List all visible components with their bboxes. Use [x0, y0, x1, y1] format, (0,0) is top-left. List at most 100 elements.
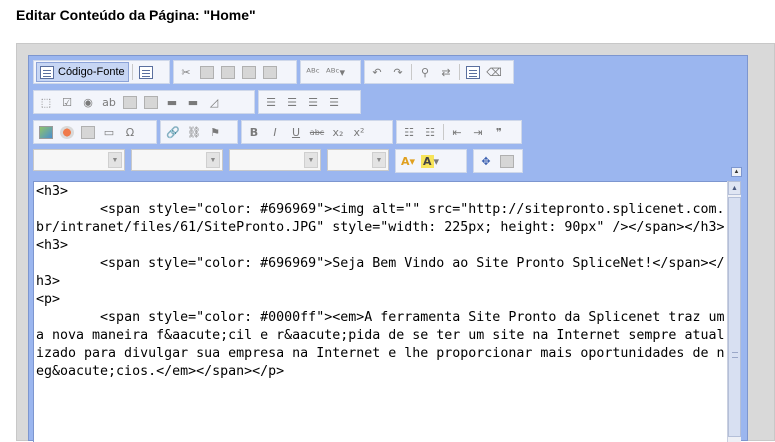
- align-right-button[interactable]: ☰: [303, 92, 323, 112]
- checkbox-icon: ☑: [62, 95, 72, 109]
- bulleted-list-button[interactable]: ☷: [420, 122, 440, 142]
- table-icon: [81, 125, 95, 139]
- textarea-button[interactable]: [120, 92, 140, 112]
- redo-button[interactable]: ↷: [388, 62, 408, 82]
- font-combo[interactable]: ▼: [229, 149, 321, 171]
- triangle-up-icon: ▲: [733, 169, 740, 175]
- redo-icon: ↷: [393, 65, 403, 79]
- select-icon: [144, 95, 158, 109]
- scroll-up-button[interactable]: ▲: [728, 181, 741, 195]
- copy-button[interactable]: [197, 62, 217, 82]
- toolbar-group-edit: ↶ ↷ ⚲ ⇄ ⌫: [364, 60, 514, 84]
- align-left-button[interactable]: ☰: [261, 92, 281, 112]
- hidden-field-icon: ◿: [209, 95, 219, 109]
- vertical-scrollbar[interactable]: ▲: [727, 181, 741, 442]
- spellcheck-dropdown-button[interactable]: ᴬᴮᶜ▾: [324, 62, 347, 82]
- justify-button[interactable]: ☰: [324, 92, 344, 112]
- horizontal-rule-button[interactable]: ▭: [99, 122, 119, 142]
- button-icon: ▬: [166, 95, 178, 109]
- paste-text-button[interactable]: [239, 62, 259, 82]
- table-button[interactable]: [78, 122, 98, 142]
- copy-icon: [200, 65, 214, 79]
- align-center-button[interactable]: ☰: [282, 92, 302, 112]
- flash-icon: [60, 125, 74, 139]
- select-all-button[interactable]: [463, 62, 483, 82]
- blockquote-button[interactable]: ❞: [489, 122, 509, 142]
- textfield-icon: ab: [102, 95, 116, 109]
- source-code-text[interactable]: <h3> <span style="color: #696969"><img a…: [34, 182, 727, 381]
- cut-button[interactable]: ✂: [176, 62, 196, 82]
- bulleted-list-icon: ☷: [425, 125, 435, 139]
- hidden-field-button[interactable]: ◿: [204, 92, 224, 112]
- maximize-icon: ✥: [481, 154, 491, 168]
- outdent-button[interactable]: ⇤: [447, 122, 467, 142]
- grip-icon: [732, 352, 738, 358]
- size-combo[interactable]: ▼: [327, 149, 389, 171]
- preview-button[interactable]: [136, 62, 156, 82]
- toolbar-collapse-button[interactable]: ▲: [731, 167, 742, 177]
- maximize-button[interactable]: ✥: [476, 151, 496, 171]
- spellcheck-icon: ᴬᴮᶜ: [306, 65, 320, 79]
- anchor-button[interactable]: ⚑: [205, 122, 225, 142]
- strikethrough-button[interactable]: abc: [307, 122, 327, 142]
- paste-icon: [221, 65, 235, 79]
- toolbar-group-align: ☰ ☰ ☰ ☰: [258, 90, 361, 114]
- align-right-icon: ☰: [308, 95, 318, 109]
- show-blocks-icon: [500, 154, 514, 168]
- toolbar-row-2: ⬚ ☑ ◉ ab ▬ ▬ ◿ ☰ ☰ ☰ ☰: [33, 90, 361, 114]
- toolbar-row-4: ▼ ▼ ▼ ▼ A▾ A ▾ ✥: [33, 149, 523, 173]
- replace-icon: ⇄: [441, 65, 451, 79]
- align-center-icon: ☰: [287, 95, 297, 109]
- indent-button[interactable]: ⇥: [468, 122, 488, 142]
- italic-button[interactable]: I: [265, 122, 285, 142]
- text-color-icon: A▾: [400, 154, 416, 168]
- form-button-button[interactable]: ▬: [162, 92, 182, 112]
- undo-button[interactable]: ↶: [367, 62, 387, 82]
- superscript-icon: x²: [353, 125, 365, 139]
- image-button-icon: ▬: [187, 95, 199, 109]
- justify-icon: ☰: [329, 95, 339, 109]
- flash-button[interactable]: [57, 122, 77, 142]
- remove-format-button[interactable]: ⌫: [484, 62, 504, 82]
- format-combo[interactable]: ▼: [131, 149, 223, 171]
- horizontal-rule-icon: ▭: [103, 125, 115, 139]
- subscript-icon: x₂: [332, 125, 344, 139]
- replace-button[interactable]: ⇄: [436, 62, 456, 82]
- remove-format-icon: ⌫: [486, 65, 502, 79]
- style-combo[interactable]: ▼: [33, 149, 125, 171]
- source-icon: [40, 65, 54, 79]
- bold-button[interactable]: B: [244, 122, 264, 142]
- radio-button[interactable]: ◉: [78, 92, 98, 112]
- numbered-list-button[interactable]: ☷: [399, 122, 419, 142]
- spellcheck-button[interactable]: ᴬᴮᶜ: [303, 62, 323, 82]
- indent-icon: ⇥: [473, 125, 483, 139]
- unlink-button[interactable]: ⛓: [184, 122, 204, 142]
- align-left-icon: ☰: [266, 95, 276, 109]
- form-button[interactable]: ⬚: [36, 92, 56, 112]
- select-button[interactable]: [141, 92, 161, 112]
- paste-button[interactable]: [218, 62, 238, 82]
- image-button[interactable]: [36, 122, 56, 142]
- spellcheck-dropdown-icon: ᴬᴮᶜ▾: [326, 65, 346, 79]
- special-char-button[interactable]: Ω: [120, 122, 140, 142]
- superscript-button[interactable]: x²: [349, 122, 369, 142]
- link-icon: 🔗: [166, 125, 180, 139]
- image-button-button[interactable]: ▬: [183, 92, 203, 112]
- checkbox-button[interactable]: ☑: [57, 92, 77, 112]
- bold-icon: B: [249, 125, 259, 139]
- source-code-area[interactable]: <h3> <span style="color: #696969"><img a…: [33, 181, 727, 442]
- textfield-button[interactable]: ab: [99, 92, 119, 112]
- text-color-button[interactable]: A▾: [398, 151, 418, 171]
- paste-word-button[interactable]: [260, 62, 280, 82]
- source-button[interactable]: Código-Fonte: [36, 62, 129, 82]
- strikethrough-icon: abc: [309, 127, 325, 137]
- source-button-label: Código-Fonte: [58, 66, 125, 78]
- show-blocks-button[interactable]: [497, 151, 517, 171]
- underline-button[interactable]: U: [286, 122, 306, 142]
- toolbar-group-document: Código-Fonte: [33, 60, 170, 84]
- link-button[interactable]: 🔗: [163, 122, 183, 142]
- find-button[interactable]: ⚲: [415, 62, 435, 82]
- subscript-button[interactable]: x₂: [328, 122, 348, 142]
- background-color-button[interactable]: A ▾: [419, 151, 441, 171]
- scroll-thumb[interactable]: [728, 197, 741, 437]
